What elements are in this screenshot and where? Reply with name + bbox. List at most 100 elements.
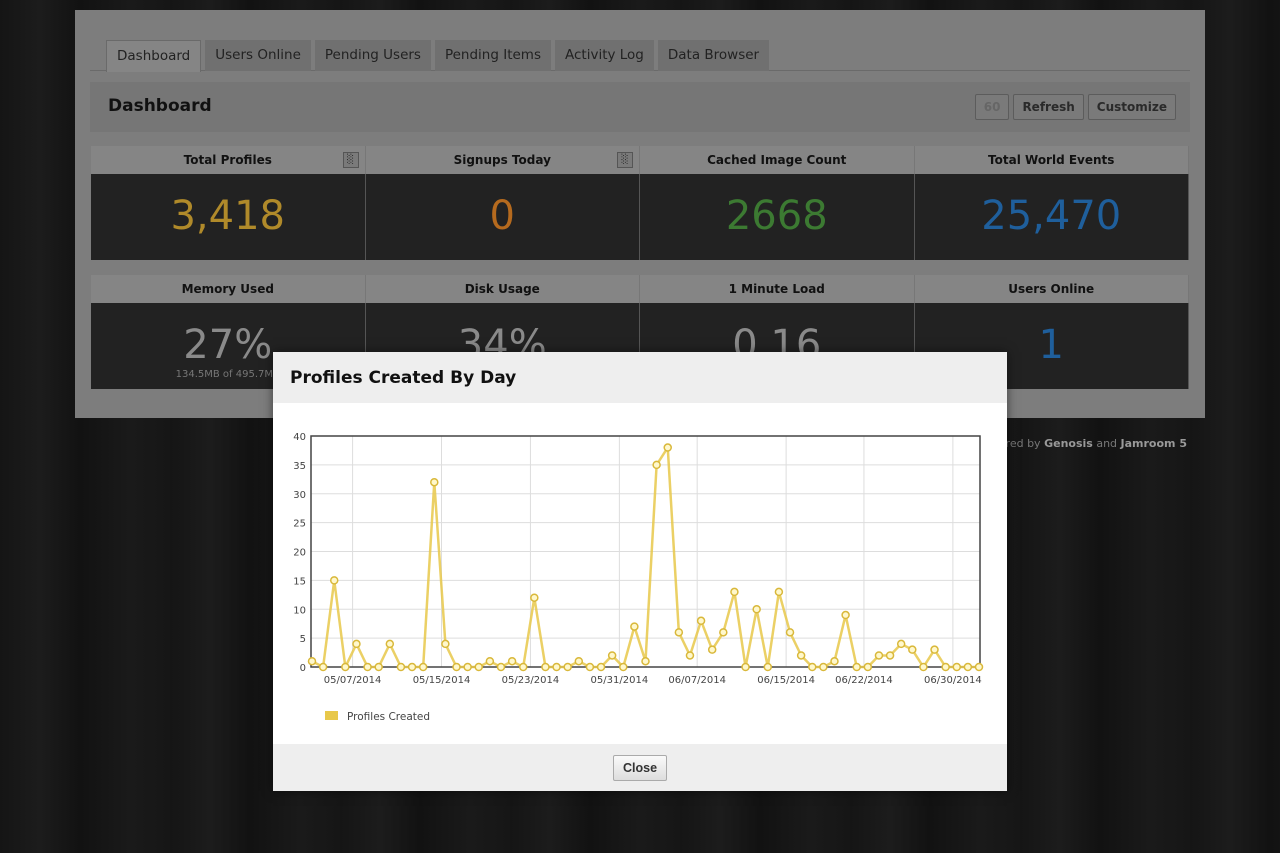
data-point — [909, 646, 916, 653]
stat-label: 1 Minute Load — [640, 275, 915, 303]
page-title: Dashboard — [108, 96, 212, 116]
stat-label-text: Disk Usage — [465, 282, 540, 296]
data-point — [742, 664, 749, 671]
data-point — [731, 588, 738, 595]
data-point — [598, 664, 605, 671]
stat-value: 0 — [366, 174, 640, 240]
data-point — [664, 444, 671, 451]
data-point — [942, 664, 949, 671]
data-point — [442, 640, 449, 647]
x-tick-label: 05/31/2014 — [591, 675, 649, 686]
series-line — [312, 448, 979, 667]
stat-label: Disk Usage — [366, 275, 641, 303]
data-point — [486, 658, 493, 665]
tab-users-online[interactable]: Users Online — [205, 40, 311, 71]
data-point — [475, 664, 482, 671]
data-point — [709, 646, 716, 653]
x-tick-label: 06/07/2014 — [668, 675, 726, 686]
data-point — [586, 664, 593, 671]
data-point — [575, 658, 582, 665]
stat-card: Signups Today ░ 0 — [366, 146, 641, 260]
tab-dashboard[interactable]: Dashboard — [106, 40, 201, 72]
tab-pending-items[interactable]: Pending Items — [435, 40, 551, 71]
data-point — [420, 664, 427, 671]
bar-chart-icon[interactable]: ░ — [343, 152, 359, 168]
powered-and: and — [1093, 437, 1121, 450]
data-point — [564, 664, 571, 671]
data-point — [409, 664, 416, 671]
data-point — [520, 664, 527, 671]
x-tick-label: 06/15/2014 — [757, 675, 815, 686]
stat-label-text: Users Online — [1008, 282, 1094, 296]
data-point — [464, 664, 471, 671]
genosis-link[interactable]: Genosis — [1044, 437, 1093, 450]
data-point — [875, 652, 882, 659]
data-point — [842, 612, 849, 619]
stat-value: 25,470 — [915, 174, 1189, 240]
jamroom-link[interactable]: Jamroom 5 — [1121, 437, 1187, 450]
stat-value-box: 3,418 — [91, 174, 366, 260]
bar-chart-icon[interactable]: ░ — [617, 152, 633, 168]
data-point — [820, 664, 827, 671]
profiles-chart: 051015202530354005/07/201405/15/201405/2… — [273, 403, 1007, 743]
data-point — [931, 646, 938, 653]
tab-pending-users[interactable]: Pending Users — [315, 40, 431, 71]
y-tick-label: 40 — [293, 432, 306, 443]
modal-title: Profiles Created By Day — [273, 352, 1007, 403]
customize-button[interactable]: Customize — [1088, 94, 1176, 120]
data-point — [497, 664, 504, 671]
x-tick-label: 05/15/2014 — [413, 675, 471, 686]
data-point — [331, 577, 338, 584]
data-point — [720, 629, 727, 636]
data-point — [431, 479, 438, 486]
stat-card: Total Profiles░ 3,418 — [91, 146, 366, 260]
stat-card: Total World Events 25,470 — [915, 146, 1190, 260]
stat-label-text: Total World Events — [988, 153, 1114, 167]
data-point — [553, 664, 560, 671]
stat-label: Total World Events — [915, 146, 1190, 174]
tab-activity-log[interactable]: Activity Log — [555, 40, 654, 71]
stat-value-box: 2668 — [640, 174, 915, 260]
data-point — [375, 664, 382, 671]
data-point — [753, 606, 760, 613]
data-point — [920, 664, 927, 671]
data-point — [397, 664, 404, 671]
x-tick-label: 05/07/2014 — [324, 675, 382, 686]
legend-swatch — [325, 711, 338, 720]
data-point — [620, 664, 627, 671]
tab-data-browser[interactable]: Data Browser — [658, 40, 769, 71]
y-tick-label: 15 — [293, 576, 306, 587]
data-point — [953, 664, 960, 671]
stats-row: Total Profiles░ 3,418 Signups Today ░ 0Cac… — [91, 146, 1189, 260]
close-button[interactable]: Close — [613, 755, 667, 781]
x-tick-label: 05/23/2014 — [502, 675, 560, 686]
data-point — [542, 664, 549, 671]
stat-label: Users Online — [915, 275, 1190, 303]
data-point — [386, 640, 393, 647]
y-tick-label: 25 — [293, 519, 306, 530]
data-point — [353, 640, 360, 647]
data-point — [809, 664, 816, 671]
data-point — [775, 588, 782, 595]
data-point — [698, 617, 705, 624]
refresh-button[interactable]: Refresh — [1013, 94, 1083, 120]
data-point — [764, 664, 771, 671]
stat-card: Cached Image Count 2668 — [640, 146, 915, 260]
data-point — [320, 664, 327, 671]
data-point — [642, 658, 649, 665]
y-tick-label: 30 — [293, 490, 306, 501]
stat-value: 3,418 — [91, 174, 365, 240]
stat-label-text: 1 Minute Load — [729, 282, 825, 296]
powered-by: Powered by Genosis and Jamroom 5 — [977, 437, 1187, 450]
stat-label-text: Signups Today — [454, 153, 551, 167]
data-point — [675, 629, 682, 636]
stat-value-box: 0 — [366, 174, 641, 260]
tab-bar: Dashboard Users Online Pending Users Pen… — [90, 39, 1190, 71]
data-point — [342, 664, 349, 671]
data-point — [531, 594, 538, 601]
data-point — [453, 664, 460, 671]
legend-label: Profiles Created — [347, 711, 430, 723]
data-point — [631, 623, 638, 630]
interval-button[interactable]: 60 — [975, 94, 1010, 120]
chart-modal: Profiles Created By Day 0510152025303540… — [273, 352, 1007, 791]
